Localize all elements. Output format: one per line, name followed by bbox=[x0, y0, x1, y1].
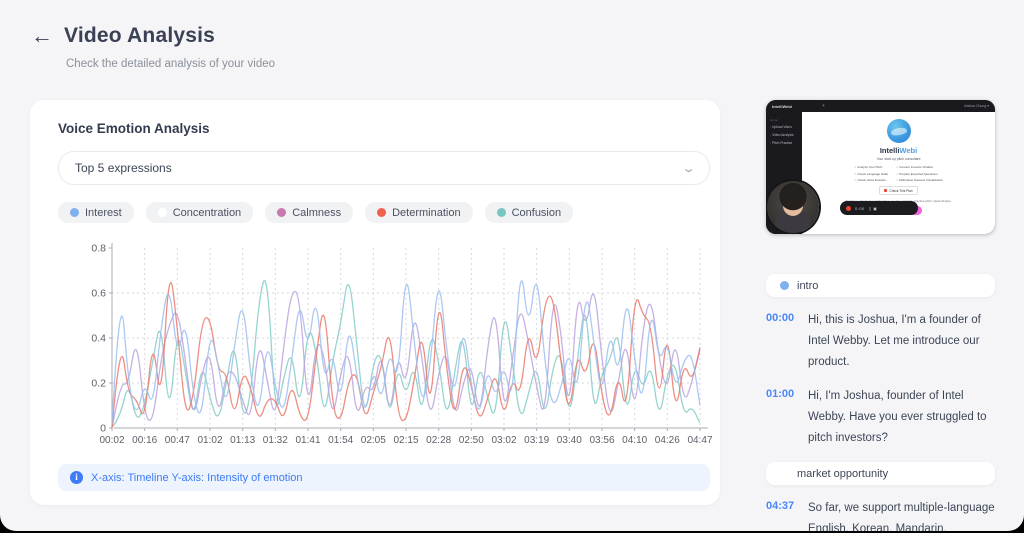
message-text: So far, we support multiple-language Eng… bbox=[808, 502, 995, 531]
recorder-time: 0:00 bbox=[855, 205, 865, 211]
legend-dot-icon bbox=[277, 208, 287, 217]
chevron-down-icon: ⌄ bbox=[681, 162, 696, 175]
x-tick-label: 03:02 bbox=[491, 435, 516, 445]
dropdown-selected-value: Top 5 expressions bbox=[75, 161, 172, 175]
message-timestamp[interactable]: 01:00 bbox=[766, 386, 806, 449]
x-tick-label: 01:54 bbox=[328, 435, 353, 445]
emotion-chart-svg: 00:02 00:16 00:47 01:02 01:13 01:32 01:41 01:54… bbox=[91, 243, 713, 447]
section-dot-icon bbox=[780, 281, 789, 290]
transcript-message: 01:00 Hi, I'm Joshua, founder of Intel We… bbox=[766, 386, 995, 449]
legend-dot-icon bbox=[70, 208, 79, 217]
thumb-feature-item: Analyze Your Pitch bbox=[854, 165, 888, 169]
transcript-message: 00:00 Hi, this is Joshua, I'm a founder o… bbox=[766, 310, 995, 373]
emotion-legend: Interest Concentration Calmness Determinati… bbox=[58, 202, 574, 223]
thumb-feature-item: Multi-facet Success Visualization bbox=[896, 178, 943, 182]
y-tick-label: 0 bbox=[100, 423, 106, 435]
x-tick-label: 01:32 bbox=[263, 435, 288, 445]
x-tick-label: 00:02 bbox=[99, 435, 124, 445]
thumb-feature-item: Check Language Habit bbox=[854, 172, 888, 176]
legend-label: Confusion bbox=[511, 206, 562, 219]
x-tick-label: 04:26 bbox=[655, 435, 680, 445]
expressions-dropdown[interactable]: Top 5 expressions ⌄ bbox=[58, 151, 710, 185]
legend-chip-confusion[interactable]: Confusion bbox=[484, 202, 574, 223]
thumb-hero-title: IntelliWebi bbox=[879, 146, 918, 155]
legend-label: Determination bbox=[392, 206, 461, 219]
page-subtitle: Check the detailed analysis of your vide… bbox=[66, 58, 276, 70]
message-text: Hi, this is Joshua, I'm a founder of Int… bbox=[808, 314, 981, 368]
video-analysis-page: ← Video Analysis Check the detailed anal… bbox=[0, 0, 1024, 531]
thumb-app-content: IntelliWebi Your start-up pitch consulta… bbox=[802, 112, 995, 234]
record-icon bbox=[846, 205, 851, 211]
legend-label: Concentration bbox=[172, 206, 242, 219]
card-heading: Voice Emotion Analysis bbox=[58, 121, 210, 136]
axis-info-banner: i X-axis: Timeline Y-axis: Intensity of … bbox=[58, 464, 710, 491]
section-chip-label: market opportunity bbox=[797, 467, 889, 480]
recorder-controls-icons: ▯ ▣ bbox=[868, 205, 878, 211]
thumb-feature-item: Check Voice Emotion bbox=[854, 178, 888, 182]
message-timestamp[interactable]: 00:00 bbox=[766, 310, 806, 373]
y-tick-label: 0.8 bbox=[91, 243, 106, 255]
transcript-section-chip[interactable]: intro bbox=[766, 274, 995, 297]
transcript-panel: intro 00:00 Hi, this is Joshua, I'm a foun… bbox=[766, 274, 995, 531]
x-tick-label: 02:28 bbox=[426, 435, 451, 445]
thumb-nav-section: Home bbox=[770, 118, 779, 122]
thumb-feature-list: Analyze Your Pitch Check Language Habit Ch… bbox=[854, 165, 943, 182]
thumb-user-menu: Joshua Chung ▾ bbox=[963, 104, 989, 108]
x-tick-label: 03:19 bbox=[524, 435, 549, 445]
legend-chip-interest[interactable]: Interest bbox=[58, 202, 134, 223]
section-chip-label: intro bbox=[797, 279, 819, 292]
legend-chip-concentration[interactable]: Concentration bbox=[145, 202, 254, 223]
x-tick-label: 04:10 bbox=[622, 435, 647, 445]
emotion-line-chart: 00:02 00:16 00:47 01:02 01:13 01:32 01:41 01:54… bbox=[78, 240, 718, 447]
x-tick-label: 03:56 bbox=[589, 435, 614, 445]
thumb-nav-items: Upload Video Video Analysis Pitch Practice bbox=[770, 125, 798, 145]
x-tick-label: 01:02 bbox=[197, 435, 222, 445]
x-tick-label: 02:15 bbox=[393, 435, 418, 445]
y-tick-label: 0.2 bbox=[91, 378, 106, 390]
legend-label: Interest bbox=[85, 206, 122, 219]
info-icon: i bbox=[70, 471, 83, 484]
thumb-nav-item: Upload Video bbox=[770, 125, 798, 129]
webcam-avatar bbox=[767, 181, 819, 233]
thumb-plan-button: Check This Plan bbox=[879, 186, 918, 195]
thumb-recorder-bar: 0:00 ▯ ▣ bbox=[840, 201, 918, 215]
legend-dot-icon bbox=[496, 208, 506, 217]
x-tick-label: 00:47 bbox=[165, 435, 190, 445]
legend-dot-icon bbox=[157, 208, 167, 217]
video-thumbnail[interactable]: IntelliWebi + Joshua Chung ▾ Home Upload… bbox=[766, 100, 995, 234]
x-tick-label: 02:50 bbox=[459, 435, 484, 445]
x-tick-label: 00:16 bbox=[132, 435, 157, 445]
back-button[interactable]: ← bbox=[28, 22, 56, 50]
message-timestamp[interactable]: 04:37 bbox=[766, 498, 806, 531]
x-tick-label: 01:41 bbox=[295, 435, 320, 445]
section-dot-icon bbox=[780, 469, 789, 478]
thumb-nav-item: Video Analysis bbox=[770, 133, 798, 137]
y-tick-label: 0.4 bbox=[91, 333, 106, 345]
thumb-hero-subtitle: Your start-up pitch consultant bbox=[876, 157, 921, 161]
page-title: Video Analysis bbox=[64, 24, 216, 47]
legend-dot-icon bbox=[377, 208, 387, 217]
transcript-section-chip[interactable]: market opportunity bbox=[766, 462, 995, 485]
x-tick-label: 02:05 bbox=[361, 435, 386, 445]
legend-label: Calmness bbox=[292, 206, 342, 219]
message-text: Hi, I'm Joshua, founder of Intel Webby. … bbox=[808, 390, 987, 444]
right-panel: IntelliWebi + Joshua Chung ▾ Home Upload… bbox=[766, 100, 995, 531]
thumb-nav-item: Pitch Practice bbox=[770, 141, 798, 145]
thumb-feature-item: Counter Investor Chatbot bbox=[896, 165, 943, 169]
thumb-plus-icon: + bbox=[821, 103, 825, 109]
x-tick-label: 01:13 bbox=[230, 435, 255, 445]
x-tick-label: 04:47 bbox=[687, 435, 712, 445]
y-tick-label: 0.6 bbox=[91, 288, 106, 300]
legend-chip-determination[interactable]: Determination bbox=[365, 202, 473, 223]
thumb-app-name: IntelliWebi bbox=[772, 103, 792, 109]
intelliwebi-logo-icon bbox=[886, 119, 911, 143]
transcript-message: 04:37 So far, we support multiple-languag… bbox=[766, 498, 995, 531]
thumb-feature-item: Prepare Expected Questions bbox=[896, 172, 943, 176]
axis-info-text: X-axis: Timeline Y-axis: Intensity of em… bbox=[91, 471, 303, 484]
thumb-app-topbar: IntelliWebi + Joshua Chung ▾ bbox=[766, 100, 995, 112]
x-tick-label: 03:40 bbox=[557, 435, 582, 445]
legend-chip-calmness[interactable]: Calmness bbox=[265, 202, 354, 223]
